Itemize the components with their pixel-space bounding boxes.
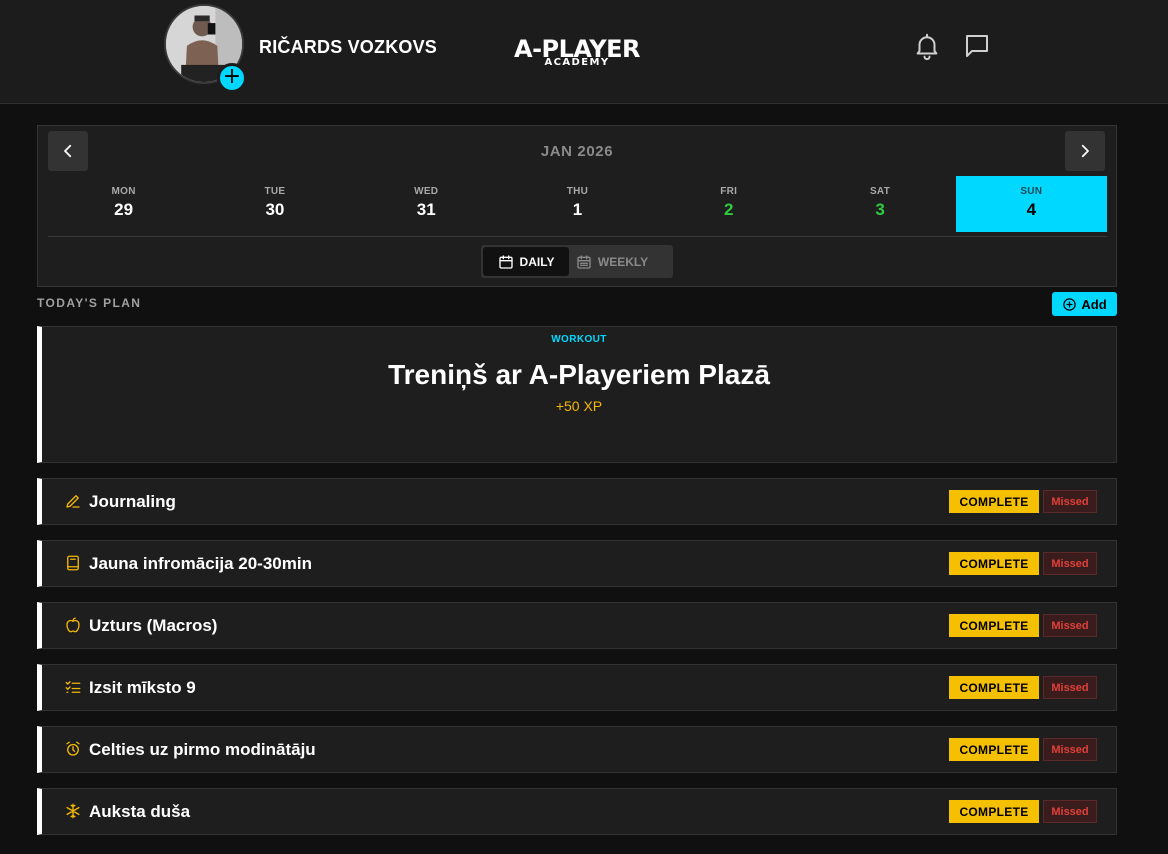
chat-icon[interactable] [962, 31, 992, 61]
day-number: 4 [1026, 200, 1037, 219]
calendar-grid-icon [577, 254, 591, 269]
missed-button[interactable]: Missed [1043, 490, 1097, 513]
daily-label: DAILY [519, 254, 555, 269]
add-photo-button[interactable]: + [217, 63, 247, 93]
day-name: SAT [869, 186, 891, 197]
task-label: Journaling [89, 492, 176, 511]
top-header: + RIČARDS VOZKOVS A-PLAYER ACADEMY [0, 0, 1168, 104]
snowflake-icon [64, 802, 82, 820]
complete-button[interactable]: COMPLETE [949, 614, 1039, 637]
task-row: Celties uz pirmo modinātāju COMPLETE Mis… [37, 726, 1117, 773]
apple-icon [64, 616, 82, 634]
day-name: WED [414, 186, 439, 197]
task-row: Auksta duša COMPLETE Missed [37, 788, 1117, 835]
task-label: Izsit mīksto 9 [89, 678, 196, 697]
workout-card[interactable]: WORKOUT Treniņš ar A-Playeriem Plazā +50… [37, 326, 1117, 463]
plus-circle-icon [1063, 297, 1077, 311]
day-number: 2 [724, 200, 734, 219]
day-number: 29 [114, 200, 134, 219]
workout-title: Treniņš ar A-Playeriem Plazā [388, 359, 770, 390]
missed-button[interactable]: Missed [1043, 676, 1097, 699]
day-name: MON [111, 186, 136, 197]
day-name: SUN [1020, 186, 1043, 197]
workout-label: WORKOUT [551, 334, 607, 345]
day-name: TUE [264, 186, 286, 197]
daily-view-button[interactable]: DAILY [483, 247, 569, 276]
task-row: Journaling COMPLETE Missed [37, 478, 1117, 525]
day-strip: MON 29 TUE 30 WED 31 THU 1 FRI 2 SAT 3 SUN 4 [48, 176, 1107, 232]
complete-button[interactable]: COMPLETE [949, 800, 1039, 823]
complete-button[interactable]: COMPLETE [949, 676, 1039, 699]
day-sat[interactable]: SAT 3 [804, 176, 955, 232]
day-fri[interactable]: FRI 2 [653, 176, 804, 232]
week-calendar: JAN 2026 MON 29 TUE 30 WED 31 THU 1 FRI 2 SAT… [37, 125, 1117, 287]
task-label: Jauna infromācija 20-30min [89, 554, 312, 573]
day-number: 30 [265, 200, 285, 219]
task-row: Uzturs (Macros) COMPLETE Missed [37, 602, 1117, 649]
day-number: 3 [875, 200, 885, 219]
missed-button[interactable]: Missed [1043, 552, 1097, 575]
chevron-right-icon [1081, 144, 1089, 158]
user-name: RIČARDS VOZKOVS [259, 37, 438, 57]
workout-xp: +50 XP [555, 398, 603, 414]
book-icon [64, 554, 82, 572]
day-number: 1 [572, 200, 583, 219]
app-logo[interactable]: A-PLAYER ACADEMY [506, 37, 648, 68]
missed-button[interactable]: Missed [1043, 738, 1097, 761]
task-label: Auksta duša [89, 802, 191, 821]
task-row: Izsit mīksto 9 COMPLETE Missed [37, 664, 1117, 711]
alarm-clock-icon [64, 740, 82, 758]
day-wed[interactable]: WED 31 [351, 176, 502, 232]
day-sun[interactable]: SUN 4 [955, 176, 1107, 232]
missed-button[interactable]: Missed [1043, 614, 1097, 637]
task-label: Celties uz pirmo modinātāju [89, 740, 316, 759]
day-tue[interactable]: TUE 30 [199, 176, 350, 232]
next-week-button[interactable] [1065, 131, 1105, 171]
divider [48, 236, 1107, 237]
weekly-view-button[interactable]: WEEKLY [569, 247, 655, 276]
calendar-icon [498, 254, 513, 269]
complete-button[interactable]: COMPLETE [949, 490, 1039, 513]
pencil-icon [64, 492, 82, 510]
day-name: THU [566, 186, 589, 197]
weekly-label: WEEKLY [597, 254, 649, 269]
view-toggle: DAILY WEEKLY [481, 245, 673, 278]
month-label: JAN 2026 [540, 143, 614, 160]
task-row: Jauna infromācija 20-30min COMPLETE Miss… [37, 540, 1117, 587]
day-number: 31 [416, 200, 436, 219]
day-thu[interactable]: THU 1 [502, 176, 653, 232]
day-name: FRI [720, 186, 738, 197]
day-mon[interactable]: MON 29 [48, 176, 199, 232]
add-label: Add [1081, 296, 1107, 312]
section-title: TODAY'S PLAN [37, 296, 142, 310]
add-task-button[interactable]: Add [1052, 292, 1117, 316]
checklist-icon [64, 678, 82, 696]
complete-button[interactable]: COMPLETE [949, 738, 1039, 761]
bell-icon[interactable] [912, 31, 942, 61]
task-label: Uzturs (Macros) [89, 616, 218, 635]
complete-button[interactable]: COMPLETE [949, 552, 1039, 575]
missed-button[interactable]: Missed [1043, 800, 1097, 823]
